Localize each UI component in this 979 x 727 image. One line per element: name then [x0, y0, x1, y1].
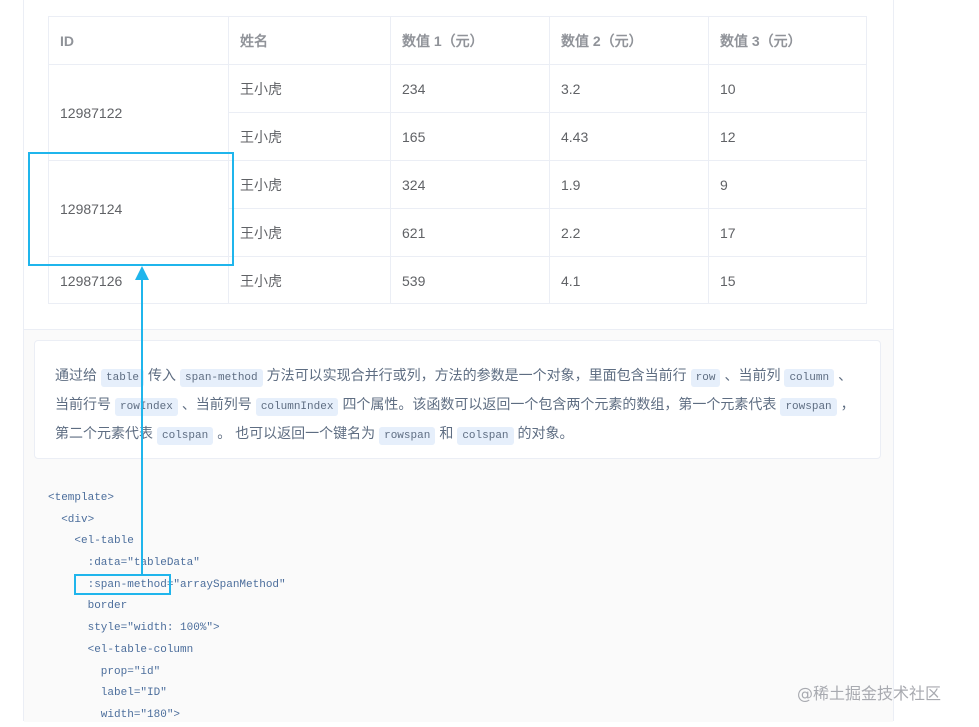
arrow-head-icon: [135, 266, 149, 280]
watermark: @稀土掘金技术社区: [797, 684, 942, 703]
annotation-arrow: [135, 266, 149, 574]
